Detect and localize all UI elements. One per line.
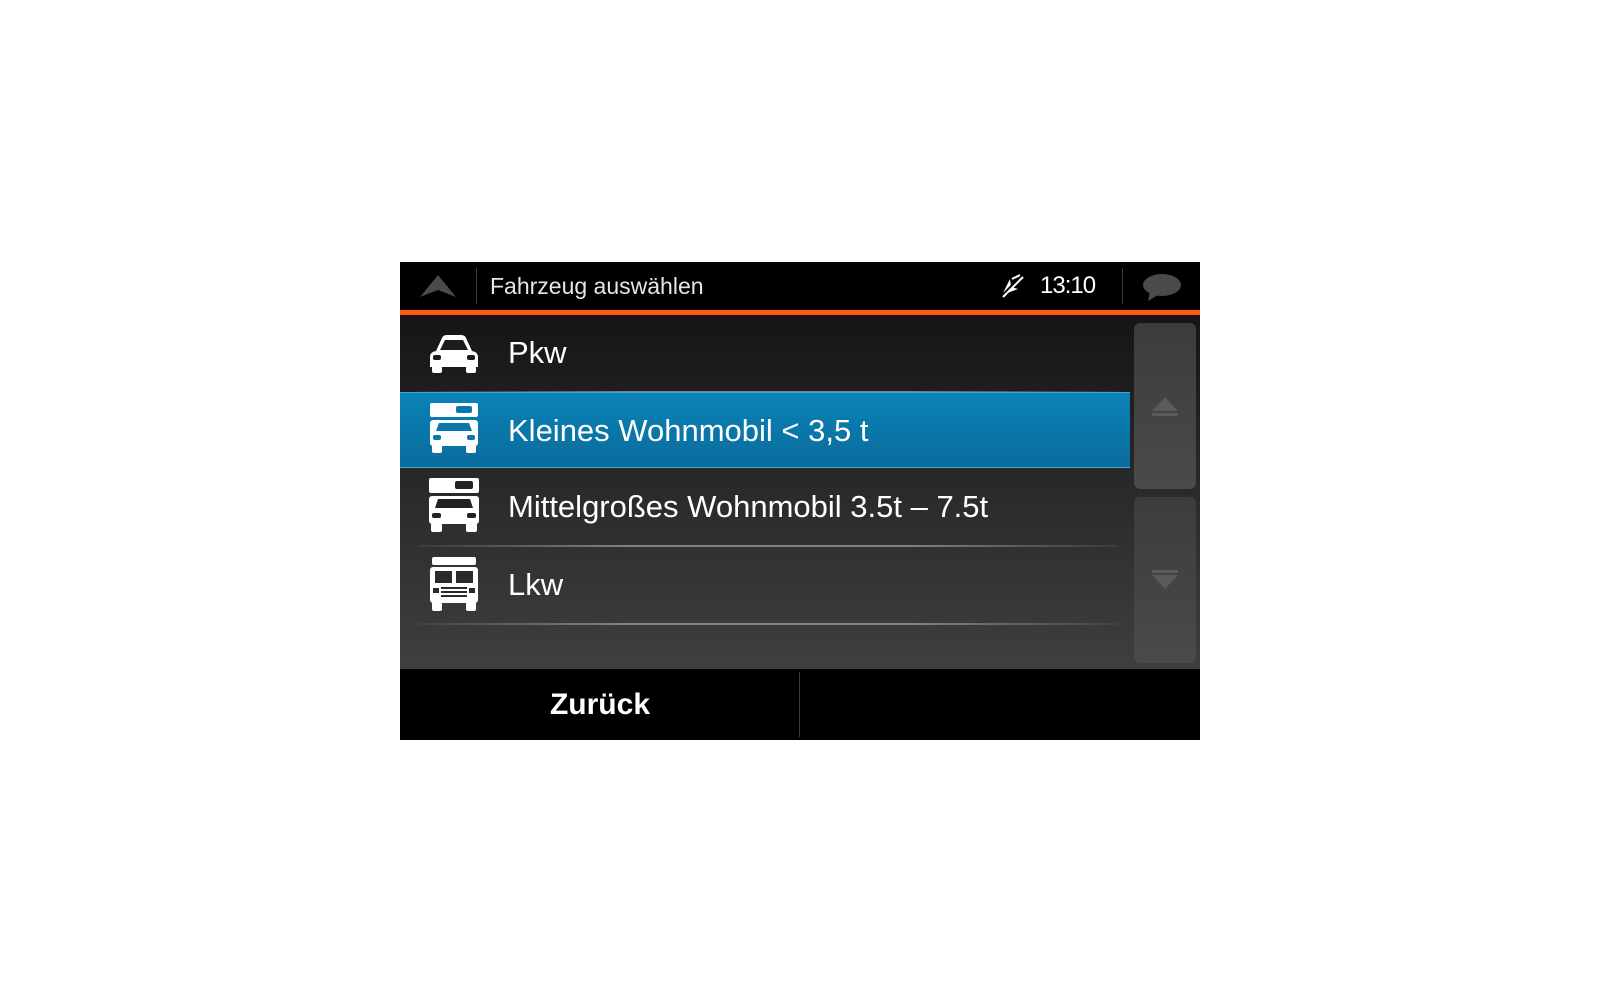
car-icon — [430, 335, 478, 373]
list-item-small-camper[interactable]: Kleines Wohnmobil < 3,5 t — [400, 392, 1130, 468]
clock: 13:10 — [1040, 272, 1096, 299]
scroll-up-icon — [1152, 397, 1178, 416]
back-button[interactable]: Zurück — [400, 669, 800, 740]
nav-up-button[interactable] — [414, 270, 462, 302]
vehicle-select-screen: Fahrzeug auswählen 13:10 Pkw Kleines Woh… — [400, 262, 1200, 740]
row-divider — [418, 623, 1118, 625]
list-item-label: Kleines Wohnmobil < 3,5 t — [508, 413, 869, 448]
list-item-pkw[interactable]: Pkw — [400, 315, 1130, 391]
small-camper-icon — [430, 403, 478, 453]
header-bar: Fahrzeug auswählen 13:10 — [400, 262, 1200, 310]
list-item-label: Mittelgroßes Wohnmobil 3.5t – 7.5t — [508, 489, 989, 524]
scroll-down-button[interactable] — [1134, 497, 1196, 663]
header-separator — [1122, 268, 1123, 304]
message-bubble-icon[interactable] — [1140, 271, 1184, 303]
footer-bar: Zurück — [400, 669, 1200, 740]
page-title: Fahrzeug auswählen — [490, 273, 704, 299]
vehicle-list: Pkw Kleines Wohnmobil < 3,5 t Mittelgroß… — [400, 315, 1200, 669]
scroll-up-button[interactable] — [1134, 323, 1196, 489]
header-separator — [476, 268, 477, 304]
truck-icon — [430, 557, 478, 611]
list-item-label: Pkw — [508, 335, 567, 370]
nav-up-arrow-icon — [420, 275, 456, 297]
medium-camper-icon — [429, 478, 479, 532]
list-item-lkw[interactable]: Lkw — [400, 547, 1130, 623]
scroll-down-icon — [1152, 570, 1178, 589]
gps-off-icon[interactable] — [998, 273, 1024, 299]
footer-empty-slot — [800, 669, 1200, 740]
list-item-medium-camper[interactable]: Mittelgroßes Wohnmobil 3.5t – 7.5t — [400, 469, 1130, 545]
list-item-label: Lkw — [508, 567, 564, 602]
